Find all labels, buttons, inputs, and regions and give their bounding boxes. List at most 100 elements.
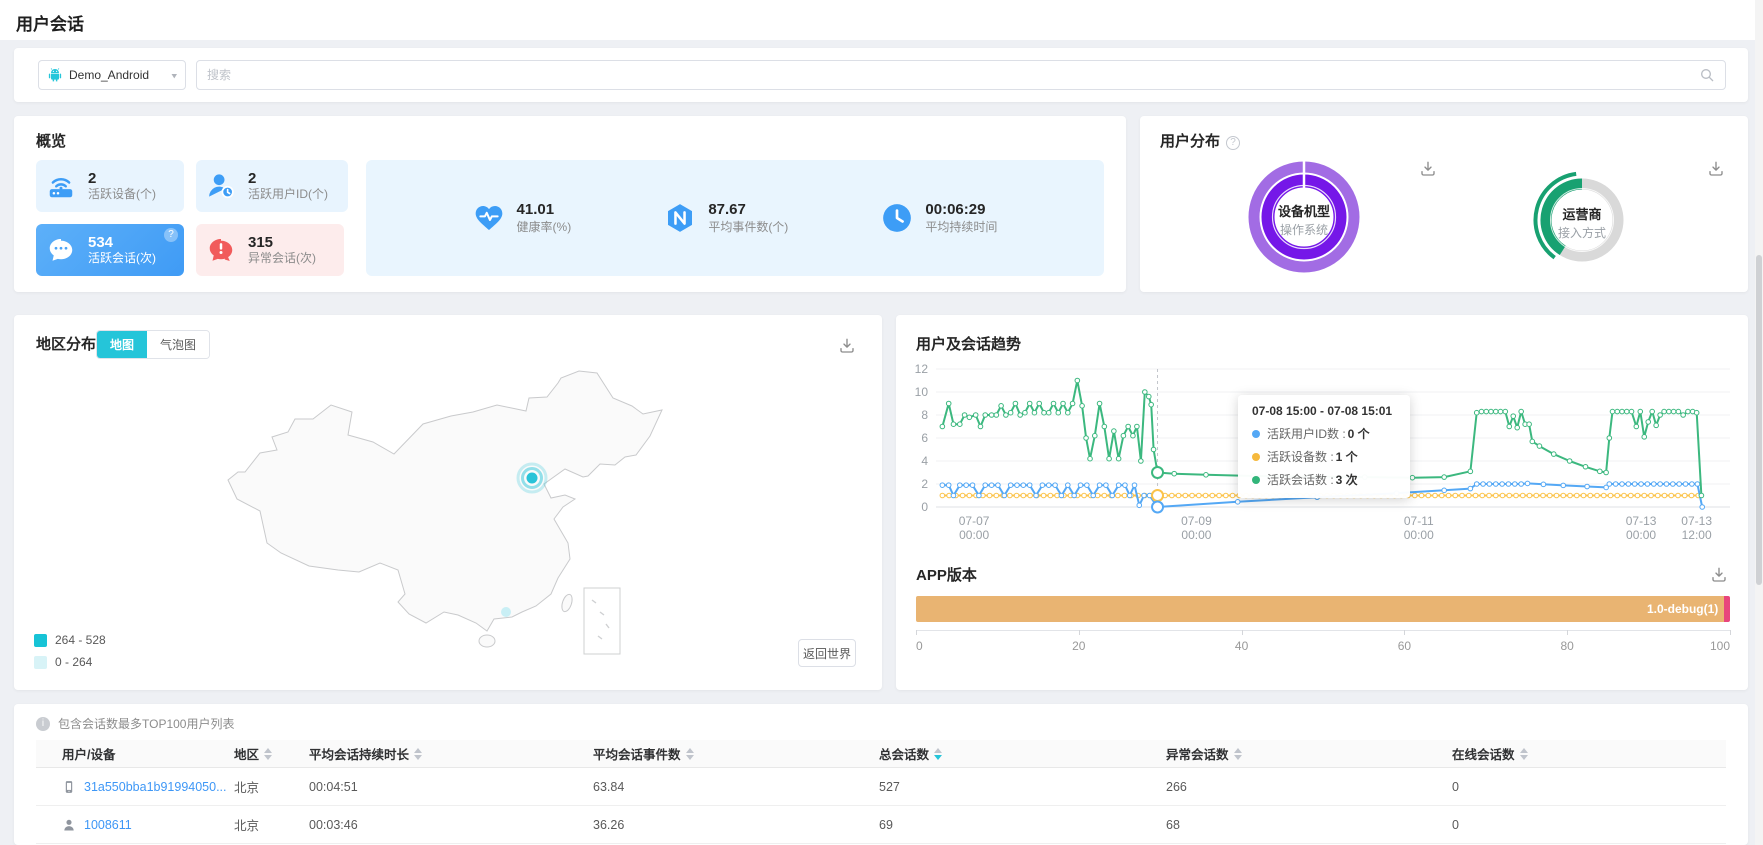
map-legend: 264 - 528 0 - 264 bbox=[34, 633, 106, 677]
column-header-3[interactable]: 平均会话事件数 bbox=[593, 744, 879, 763]
tooltip-row-2: 活跃会话数 : 3 次 bbox=[1252, 471, 1396, 488]
svg-text:4: 4 bbox=[921, 454, 928, 468]
table-row[interactable]: 31a550bba1b91994050...北京00:04:5163.84527… bbox=[36, 768, 1726, 806]
sort-control[interactable] bbox=[414, 748, 422, 760]
column-header-5[interactable]: 异常会话数 bbox=[1166, 744, 1452, 763]
svg-text:6: 6 bbox=[921, 431, 928, 445]
download-icon[interactable] bbox=[1710, 566, 1728, 584]
axis-tick-label: 100 bbox=[1710, 639, 1730, 653]
stat-label: 健康率(%) bbox=[517, 219, 572, 235]
sort-control[interactable] bbox=[264, 748, 272, 760]
donut-center-title: 设备机型 bbox=[1278, 204, 1330, 219]
app-version-segment-1[interactable] bbox=[1724, 596, 1730, 622]
trend-panel: 用户及会话趋势 02468101207-0700:0007-0900:0007-… bbox=[896, 315, 1748, 690]
user-device-link[interactable]: 1008611 bbox=[84, 818, 132, 832]
svg-text:07-13: 07-13 bbox=[1626, 514, 1657, 528]
sort-control[interactable] bbox=[686, 748, 694, 760]
sort-control[interactable] bbox=[934, 748, 942, 760]
overview-card-0[interactable]: 2活跃设备(个) bbox=[36, 160, 184, 212]
app-selector[interactable]: Demo_Android ▾ bbox=[38, 60, 186, 90]
series-value: 1 个 bbox=[1336, 448, 1358, 465]
sort-control[interactable] bbox=[1234, 748, 1242, 760]
person-icon bbox=[62, 818, 76, 832]
health-icon bbox=[473, 202, 505, 234]
series-name: 活跃用户ID数 : bbox=[1267, 425, 1346, 442]
user-device-link[interactable]: 31a550bba1b91994050... bbox=[84, 780, 227, 794]
tooltip-row-0: 活跃用户ID数 : 0 个 bbox=[1252, 425, 1396, 442]
overview-stat-2: 00:06:29平均持续时间 bbox=[881, 201, 997, 235]
tooltip-row-1: 活跃设备数 : 1 个 bbox=[1252, 448, 1396, 465]
trend-title: 用户及会话趋势 bbox=[916, 333, 1021, 354]
svg-text:00:00: 00:00 bbox=[1404, 528, 1434, 542]
table-cell: 0 bbox=[1452, 780, 1726, 794]
app-version-segment-0[interactable]: 1.0-debug(1) bbox=[916, 596, 1724, 622]
stat-value: 00:06:29 bbox=[925, 201, 997, 219]
donut-center-subtitle: 操作系统 bbox=[1280, 222, 1328, 237]
table-cell: 68 bbox=[1166, 818, 1452, 832]
download-icon[interactable] bbox=[1707, 160, 1725, 178]
stat-value: 41.01 bbox=[517, 201, 572, 219]
overview-card-1[interactable]: 2活跃用户ID(个) bbox=[196, 160, 348, 212]
legend-swatch bbox=[34, 656, 47, 669]
svg-text:07-07: 07-07 bbox=[959, 514, 990, 528]
legend-item-0[interactable]: 264 - 528 bbox=[34, 633, 106, 647]
overview-stat-1: 87.67平均事件数(个) bbox=[664, 201, 788, 235]
carrier-access-donut-chart[interactable]: 运营商接入方式 bbox=[1524, 162, 1640, 278]
device-os-donut-chart[interactable]: 设备机型操作系统 bbox=[1246, 159, 1362, 275]
overview-card-3[interactable]: 315异常会话(次) bbox=[196, 224, 344, 276]
chart-tooltip: 07-08 15:00 - 07-08 15:01 活跃用户ID数 : 0 个活… bbox=[1238, 395, 1410, 498]
stat-label: 平均持续时间 bbox=[925, 219, 997, 235]
legend-swatch bbox=[34, 634, 47, 647]
table-cell: 00:04:51 bbox=[309, 780, 593, 794]
back-to-world-button[interactable]: 返回世界 bbox=[798, 639, 856, 667]
session-icon bbox=[46, 235, 76, 265]
download-icon[interactable] bbox=[1419, 160, 1437, 178]
legend-item-1[interactable]: 0 - 264 bbox=[34, 655, 106, 669]
taiwan-island bbox=[560, 593, 574, 613]
region-tab-map[interactable]: 地图 bbox=[97, 331, 147, 358]
table-cell: 北京 bbox=[234, 777, 309, 796]
vertical-scrollbar[interactable] bbox=[1755, 0, 1763, 845]
series-dot bbox=[1252, 430, 1260, 438]
help-icon[interactable]: ? bbox=[164, 228, 178, 242]
table-cell: 36.26 bbox=[593, 818, 879, 832]
download-icon[interactable] bbox=[838, 337, 856, 355]
scrollbar-thumb[interactable] bbox=[1756, 255, 1762, 585]
android-icon bbox=[47, 67, 63, 83]
region-distribution-panel: 地区分布 地图气泡图 264 - 5280 - 264 返回世界 bbox=[14, 315, 882, 690]
table-row[interactable]: 1008611北京00:03:4636.2669680 bbox=[36, 806, 1726, 844]
table-cell: 0 bbox=[1452, 818, 1726, 832]
hainan-island bbox=[479, 635, 495, 647]
svg-text:2: 2 bbox=[921, 477, 928, 491]
top-header-bar: 用户会话 bbox=[0, 0, 1763, 40]
card-label: 异常会话(次) bbox=[248, 251, 316, 266]
china-map[interactable] bbox=[164, 350, 724, 680]
column-header-4[interactable]: 总会话数 bbox=[879, 744, 1166, 763]
stat-value: 87.67 bbox=[708, 201, 788, 219]
column-header-6[interactable]: 在线会话数 bbox=[1452, 744, 1726, 763]
app-version-bar-chart[interactable]: 1.0-debug(1) bbox=[916, 596, 1730, 622]
filter-bar: Demo_Android ▾ bbox=[14, 48, 1748, 102]
table-cell: 北京 bbox=[234, 815, 309, 834]
svg-text:07-11: 07-11 bbox=[1404, 514, 1434, 528]
table-cell: 69 bbox=[879, 818, 1166, 832]
axis-tick-label: 20 bbox=[1072, 639, 1085, 653]
help-icon[interactable]: ? bbox=[1226, 136, 1240, 150]
south-china-sea-inset bbox=[584, 588, 620, 654]
user-distribution-panel: 用户分布? 设备机型操作系统 运营商接入方式 bbox=[1140, 116, 1748, 292]
sort-control[interactable] bbox=[1520, 748, 1528, 760]
region-fill-low bbox=[501, 607, 511, 617]
legend-label: 264 - 528 bbox=[55, 633, 106, 647]
overview-card-2[interactable]: 534活跃会话(次)? bbox=[36, 224, 184, 276]
search-input[interactable] bbox=[207, 68, 1699, 82]
column-header-1[interactable]: 地区 bbox=[234, 744, 309, 763]
segment-label: 1.0-debug(1) bbox=[1647, 602, 1724, 616]
page-title: 用户会话 bbox=[16, 10, 84, 35]
search-icon[interactable] bbox=[1699, 67, 1715, 83]
info-icon: i bbox=[36, 717, 50, 731]
app-version-axis: 020406080100 bbox=[916, 630, 1730, 656]
series-name: 活跃设备数 : bbox=[1267, 448, 1334, 465]
svg-text:00:00: 00:00 bbox=[1181, 528, 1211, 542]
table-cell: 527 bbox=[879, 780, 1166, 794]
column-header-2[interactable]: 平均会话持续时长 bbox=[309, 744, 593, 763]
